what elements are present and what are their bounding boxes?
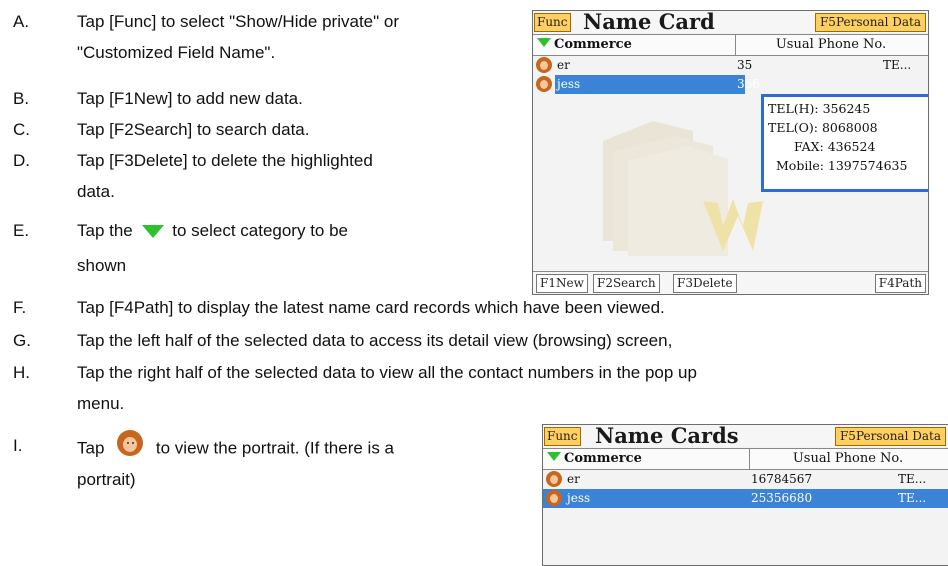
contact-number: 356 — [737, 77, 760, 91]
func-button[interactable]: Func — [544, 427, 581, 446]
instruction-text-post: to select category to be — [172, 221, 349, 240]
contact-type: TE... — [898, 491, 927, 505]
instruction-d: D. Tap [F3Delete] to delete the highligh… — [13, 151, 513, 203]
column-header-phone[interactable]: Usual Phone No. — [736, 36, 926, 54]
contact-number: 25356680 — [751, 491, 813, 505]
instruction-text: Tap [F1New] to add new data. — [77, 89, 303, 108]
f3-delete-button[interactable]: F3Delete — [673, 274, 737, 293]
instruction-text: Tap [Func] to select "Show/Hide private"… — [77, 12, 399, 31]
contact-name: jess — [567, 491, 591, 505]
instruction-text: "Customized Field Name". — [77, 43, 276, 62]
contact-number: 16784567 — [751, 472, 813, 486]
instruction-text: Tap the right half of the selected data … — [77, 363, 697, 382]
list-item[interactable]: er 16784567 TE... — [543, 470, 948, 489]
triangle-down-icon — [547, 452, 561, 461]
instruction-text: Tap [F3Delete] to delete the highlighted — [77, 151, 373, 170]
portrait-face-icon[interactable] — [536, 57, 552, 73]
popup-tel-home[interactable]: TEL(H): 356245 — [768, 99, 928, 118]
instruction-text: portrait) — [77, 470, 136, 489]
instruction-text: shown — [77, 256, 127, 275]
popup-fax[interactable]: FAX: 436524 — [768, 137, 928, 156]
screen-title: Name Cards — [595, 424, 739, 448]
portrait-face-icon[interactable] — [546, 471, 562, 487]
list-header: Commerce Usual Phone No. — [533, 34, 928, 56]
instruction-h: H. Tap the right half of the selected da… — [13, 363, 943, 415]
instruction-letter: D. — [13, 151, 30, 170]
instruction-text: Tap to view the portrait. (If there is a — [77, 430, 394, 462]
instruction-text: data. — [77, 182, 115, 201]
title-bar: Func Name Cards F5Personal Data — [543, 425, 948, 447]
instruction-text: Tap [F2Search] to search data. — [77, 120, 310, 139]
instruction-g: G. Tap the left half of the selected dat… — [13, 331, 943, 353]
instruction-text-pre: Tap — [77, 438, 105, 458]
list-header: Commerce Usual Phone No. — [543, 448, 948, 470]
contact-name: jess — [557, 77, 581, 91]
instruction-text-post: to view the portrait. (If there is a — [155, 438, 394, 458]
instruction-letter: G. — [13, 331, 31, 350]
instruction-a: A. Tap [Func] to select "Show/Hide priva… — [13, 12, 513, 64]
contact-name: er — [557, 58, 570, 72]
instruction-c: C. Tap [F2Search] to search data. — [13, 120, 513, 142]
instruction-f: F. Tap [F4Path] to display the latest na… — [13, 298, 943, 320]
triangle-down-icon — [537, 38, 551, 47]
instruction-letter: I. — [13, 436, 23, 455]
instruction-letter: C. — [13, 120, 30, 139]
personal-data-button[interactable]: F5Personal Data — [834, 427, 946, 446]
instruction-text: Tap the to select category to be — [77, 221, 348, 241]
instruction-letter: B. — [13, 89, 30, 108]
popup-tel-office[interactable]: TEL(O): 8068008 — [768, 118, 928, 137]
contact-number: 35 — [737, 58, 753, 72]
portrait-face-icon[interactable] — [546, 490, 562, 506]
popup-mobile[interactable]: Mobile: 1397574635 — [768, 156, 928, 175]
list-item-selected[interactable]: jess 25356680 TE... — [543, 489, 948, 508]
selection-highlight — [555, 75, 745, 94]
name-cards-screen: Func Name Cards F5Personal Data Commerce… — [542, 424, 948, 566]
instruction-letter: H. — [13, 363, 30, 382]
name-card-screen: Func Name Card F5Personal Data Commerce … — [532, 10, 929, 295]
personal-data-button[interactable]: F5Personal Data — [814, 13, 926, 32]
func-button[interactable]: Func — [534, 13, 571, 32]
title-bar: Func Name Card F5Personal Data — [533, 11, 928, 33]
category-dropdown[interactable]: Commerce — [547, 450, 642, 468]
instruction-b: B. Tap [F1New] to add new data. — [13, 89, 513, 111]
category-label: Commerce — [554, 37, 632, 52]
portrait-face-icon[interactable] — [536, 76, 552, 92]
instruction-i: I. Tap to view the portrait. (If there i… — [13, 430, 533, 496]
portrait-face-icon — [117, 430, 144, 456]
instruction-e: E. Tap the to select category to be show… — [13, 221, 513, 275]
f1-new-button[interactable]: F1New — [536, 274, 588, 293]
f2-search-button[interactable]: F2Search — [593, 274, 660, 293]
contact-numbers-popup: TEL(H): 356245 TEL(O): 8068008 FAX: 4365… — [761, 94, 928, 192]
column-header-phone[interactable]: Usual Phone No. — [750, 450, 946, 468]
instruction-text: Tap the left half of the selected data t… — [77, 331, 673, 350]
instruction-text: menu. — [77, 394, 125, 413]
category-dropdown[interactable]: Commerce — [537, 36, 632, 54]
contact-type: TE... — [883, 58, 912, 72]
instruction-letter: E. — [13, 221, 30, 240]
f4-path-button[interactable]: F4Path — [874, 274, 926, 293]
function-key-bar: F1New F2Search F3Delete F4Path — [533, 271, 928, 294]
instruction-text: Tap [F4Path] to display the latest name … — [77, 298, 665, 317]
instruction-letter: A. — [13, 12, 30, 31]
screen-title: Name Card — [583, 10, 715, 34]
list-item-selected[interactable]: jess 356 — [533, 75, 928, 94]
triangle-down-icon — [141, 225, 164, 239]
list-item[interactable]: er 35 TE... — [533, 56, 928, 75]
contact-type: TE... — [898, 472, 927, 486]
folder-illustration — [603, 121, 763, 256]
instruction-letter: F. — [13, 298, 27, 317]
category-label: Commerce — [564, 451, 642, 466]
instruction-text-pre: Tap the — [77, 221, 133, 240]
contact-name: er — [567, 472, 580, 486]
